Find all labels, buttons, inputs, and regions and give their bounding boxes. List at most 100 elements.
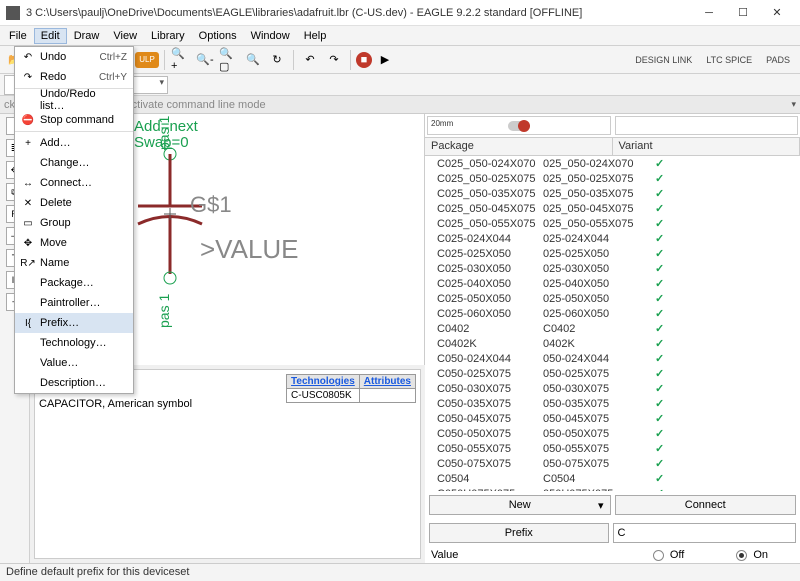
ulp-button[interactable]: ULP <box>135 52 159 68</box>
package-row[interactable]: C050-030X075050-030X075✓ <box>425 381 800 396</box>
col-variant[interactable]: Variant <box>613 138 800 155</box>
package-row[interactable]: C050-045X075050-045X075✓ <box>425 411 800 426</box>
tech-header[interactable]: Technologies <box>287 375 360 389</box>
new-button[interactable]: New▾ <box>429 495 611 515</box>
tech-attr-table: TechnologiesAttributes C-USC0805K <box>286 374 416 403</box>
stop-icon[interactable]: ■ <box>356 52 372 68</box>
package-row[interactable]: C025_050-055X075025_050-055X075✓ <box>425 216 800 231</box>
package-row[interactable]: C025-050X050025-050X050✓ <box>425 291 800 306</box>
canvas-name-label: G$1 <box>190 192 232 218</box>
model-preview[interactable] <box>615 116 799 135</box>
package-row[interactable]: C0402K0402K✓ <box>425 336 800 351</box>
menu-item-delete[interactable]: ✕Delete <box>15 193 133 213</box>
menu-bar: File Edit Draw View Library Options Wind… <box>0 26 800 46</box>
menu-item-change[interactable]: Change… <box>15 153 133 173</box>
status-text: Define default prefix for this deviceset <box>6 566 189 578</box>
footprint-preview[interactable]: 20mm <box>427 116 611 135</box>
menu-options[interactable]: Options <box>192 28 244 44</box>
value-row: Value Off On <box>425 547 800 563</box>
package-row[interactable]: C050-035X075050-035X075✓ <box>425 396 800 411</box>
menu-item-connect[interactable]: ↔Connect… <box>15 173 133 193</box>
description-panel: TechnologiesAttributes C-USC0805K Descri… <box>34 369 421 559</box>
maximize-button[interactable]: ☐ <box>726 2 760 24</box>
canvas-value-label: >VALUE <box>200 234 299 265</box>
package-row[interactable]: C025-040X050025-040X050✓ <box>425 276 800 291</box>
radio-on[interactable] <box>736 550 747 561</box>
redraw-icon[interactable]: ↻ <box>266 49 288 71</box>
package-row[interactable]: C050-055X075050-055X075✓ <box>425 441 800 456</box>
footprint-switch-icon <box>508 121 530 131</box>
description-text: CAPACITOR, American symbol <box>39 398 192 410</box>
grid-select[interactable] <box>128 76 168 94</box>
menu-item-group[interactable]: ▭Group <box>15 213 133 233</box>
zoom-out-icon[interactable]: 🔍- <box>194 49 216 71</box>
package-row[interactable]: C025_050-045X075025_050-045X075✓ <box>425 201 800 216</box>
menu-item-undo[interactable]: ↶UndoCtrl+Z <box>15 47 133 67</box>
separator <box>293 50 294 70</box>
ltspice-brand[interactable]: LTC SPICE <box>700 55 758 65</box>
menu-item-undoredolist[interactable]: Undo/Redo list… <box>15 90 133 110</box>
menu-help[interactable]: Help <box>297 28 334 44</box>
package-row[interactable]: C050-075X075050-075X075✓ <box>425 456 800 471</box>
close-button[interactable]: ✕ <box>760 2 794 24</box>
connect-button[interactable]: Connect <box>615 495 797 515</box>
package-row[interactable]: C025-030X050025-030X050✓ <box>425 261 800 276</box>
go-icon[interactable]: ▶ <box>374 49 396 71</box>
package-row[interactable]: C025_050-025X075025_050-025X075✓ <box>425 171 800 186</box>
on-label: On <box>753 549 768 561</box>
package-row[interactable]: C025_050-024X070025_050-024X070✓ <box>425 156 800 171</box>
zoom-area-icon[interactable]: 🔍 <box>242 49 264 71</box>
zoom-fit-icon[interactable]: 🔍▢ <box>218 49 240 71</box>
menu-item-paintroller[interactable]: Paintroller… <box>15 293 133 313</box>
menu-item-package[interactable]: Package… <box>15 273 133 293</box>
menu-item-move[interactable]: ✥Move <box>15 233 133 253</box>
menu-item-prefix[interactable]: I{Prefix… <box>15 313 133 333</box>
package-row[interactable]: C050-050X075050-050X075✓ <box>425 426 800 441</box>
package-row[interactable]: C050-024X044050-024X044✓ <box>425 351 800 366</box>
command-dropdown-icon[interactable]: ▾ <box>791 99 796 110</box>
menu-item-name[interactable]: R↗Name <box>15 253 133 273</box>
radio-off[interactable] <box>653 550 664 561</box>
menu-window[interactable]: Window <box>244 28 297 44</box>
package-row[interactable]: C025_050-035X075025_050-035X075✓ <box>425 186 800 201</box>
prefix-input[interactable]: C <box>613 523 797 543</box>
off-label: Off <box>670 549 684 561</box>
menu-view[interactable]: View <box>106 28 144 44</box>
tech-cell: C-USC0805K <box>287 389 360 403</box>
menu-item-value[interactable]: Value… <box>15 353 133 373</box>
package-row[interactable]: C025-060X050025-060X050✓ <box>425 306 800 321</box>
package-row[interactable]: C025-025X050025-025X050✓ <box>425 246 800 261</box>
undo-icon[interactable]: ↶ <box>299 49 321 71</box>
edit-dropdown: ↶UndoCtrl+Z↷RedoCtrl+Y Undo/Redo list…⛔St… <box>14 46 134 394</box>
value-label: Value <box>431 549 458 561</box>
menu-file[interactable]: File <box>2 28 34 44</box>
col-package[interactable]: Package <box>425 138 613 155</box>
menu-edit[interactable]: Edit <box>34 28 67 44</box>
minimize-button[interactable]: ─ <box>692 2 726 24</box>
prefix-button[interactable]: Prefix <box>429 523 609 543</box>
zoom-in-icon[interactable]: 🔍+ <box>170 49 192 71</box>
design-link-brand[interactable]: DESIGN LINK <box>629 55 698 65</box>
menu-item-redo[interactable]: ↷RedoCtrl+Y <box>15 67 133 87</box>
button-row-1: New▾ Connect <box>425 491 800 519</box>
title-bar: 3 C:\Users\paulj\OneDrive\Documents\EAGL… <box>0 0 800 26</box>
package-column: 20mm Package Variant C025_050-024X070025… <box>425 114 800 563</box>
attr-header[interactable]: Attributes <box>359 375 415 389</box>
package-row[interactable]: C0402C0402✓ <box>425 321 800 336</box>
redo-icon[interactable]: ↷ <box>323 49 345 71</box>
separator <box>164 50 165 70</box>
window-title: 3 C:\Users\paulj\OneDrive\Documents\EAGL… <box>26 7 692 19</box>
menu-draw[interactable]: Draw <box>67 28 107 44</box>
menu-item-stopcommand[interactable]: ⛔Stop command <box>15 110 133 130</box>
menu-item-technology[interactable]: Technology… <box>15 333 133 353</box>
package-list[interactable]: C025_050-024X070025_050-024X070✓C025_050… <box>425 156 800 491</box>
pads-brand[interactable]: PADS <box>760 55 796 65</box>
menu-item-add[interactable]: +Add… <box>15 133 133 153</box>
package-row[interactable]: C050-025X075050-025X075✓ <box>425 366 800 381</box>
package-row[interactable]: C0504C0504✓ <box>425 471 800 486</box>
menu-item-description[interactable]: Description… <box>15 373 133 393</box>
preview-row: 20mm <box>425 114 800 138</box>
menu-library[interactable]: Library <box>144 28 192 44</box>
package-row[interactable]: C025-024X044025-024X044✓ <box>425 231 800 246</box>
scale-label: 20mm <box>431 119 453 128</box>
